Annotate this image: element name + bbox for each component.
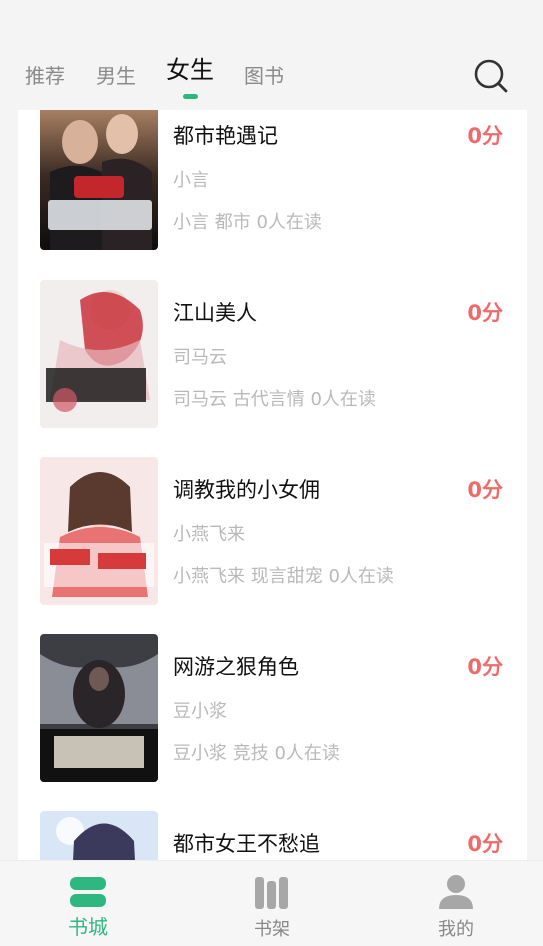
book-cover	[40, 811, 158, 860]
book-item[interactable]: 网游之狠角色 0分 豆小浆 豆小浆 竞技 0人在读	[18, 634, 527, 804]
book-item[interactable]: 江山美人 0分 司马云 司马云 古代言情 0人在读	[18, 280, 527, 450]
book-author: 小言	[173, 170, 209, 191]
nav-shelf[interactable]: 书架	[212, 861, 332, 946]
book-author: 司马云	[173, 347, 227, 368]
tab-books[interactable]: 图书	[244, 62, 284, 90]
book-score: 0分	[467, 832, 503, 856]
store-icon	[68, 873, 108, 911]
book-list: 都市艳遇记 0分 小言 小言 都市 0人在读 江山美人 0分 司马云 司马云 古…	[18, 110, 527, 860]
nav-shelf-label: 书架	[254, 919, 290, 940]
tab-recommend[interactable]: 推荐	[25, 62, 65, 90]
book-cover	[40, 457, 158, 605]
tab-female[interactable]: 女生	[166, 56, 214, 84]
book-title[interactable]: 江山美人	[173, 299, 257, 327]
book-meta: 小言 都市 0人在读	[173, 212, 322, 233]
book-item[interactable]: 调教我的小女佣 0分 小燕飞来 小燕飞来 现言甜宠 0人在读	[18, 457, 527, 627]
nav-store[interactable]: 书城	[28, 861, 148, 946]
book-title[interactable]: 网游之狠角色	[173, 653, 299, 681]
book-title[interactable]: 都市艳遇记	[173, 122, 278, 150]
book-item[interactable]: 都市艳遇记 0分 小言 小言 都市 0人在读	[18, 110, 527, 280]
book-author: 豆小浆	[173, 701, 227, 722]
active-tab-indicator	[183, 94, 198, 99]
book-score: 0分	[467, 478, 503, 502]
book-title[interactable]: 调教我的小女佣	[173, 476, 320, 504]
search-icon[interactable]	[471, 56, 511, 96]
profile-icon	[436, 873, 476, 911]
bookshelf-icon	[252, 873, 292, 911]
book-score: 0分	[467, 301, 503, 325]
book-meta: 司马云 古代言情 0人在读	[173, 389, 376, 410]
book-meta: 小燕飞来 现言甜宠 0人在读	[173, 566, 394, 587]
tab-male[interactable]: 男生	[96, 62, 136, 90]
nav-store-label: 书城	[68, 915, 108, 939]
book-author: 小燕飞来	[173, 524, 245, 545]
nav-profile[interactable]: 我的	[396, 861, 516, 946]
book-cover	[40, 280, 158, 428]
nav-profile-label: 我的	[438, 919, 474, 940]
book-item[interactable]: 都市女王不愁追 0分	[18, 811, 527, 860]
top-tab-bar: 推荐 男生 女生 图书	[0, 0, 543, 110]
book-score: 0分	[467, 124, 503, 148]
book-title[interactable]: 都市女王不愁追	[173, 830, 320, 858]
bottom-nav: 书城 书架 我的	[0, 860, 543, 946]
book-cover	[40, 634, 158, 782]
book-cover	[40, 110, 158, 250]
book-score: 0分	[467, 655, 503, 679]
book-meta: 豆小浆 竞技 0人在读	[173, 743, 340, 764]
